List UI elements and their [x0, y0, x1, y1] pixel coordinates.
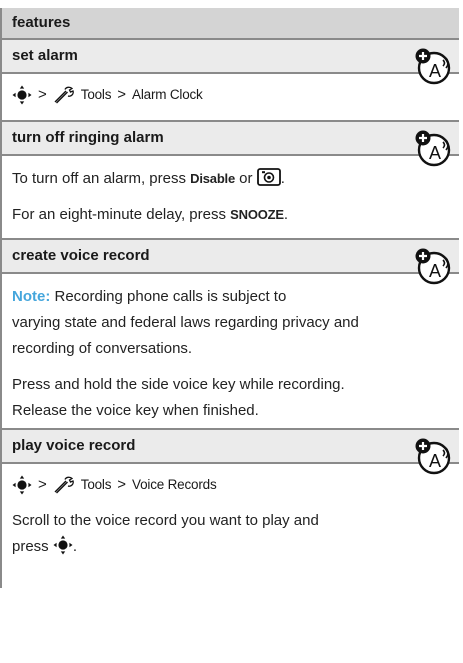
path-separator: > — [38, 86, 47, 103]
network-feature-icon — [413, 436, 453, 476]
features-table: features set alarm > Tools > Alarm Clock… — [0, 8, 459, 588]
instruction-text: Release the voice key when finished. — [12, 402, 259, 419]
section-turn-off-alarm: turn off ringing alarm To turn off an al… — [2, 122, 459, 240]
instruction-text: or — [239, 170, 253, 187]
note-text: recording of conversations. — [12, 340, 193, 357]
instruction-text: Press and hold the side voice key while … — [12, 376, 345, 393]
network-feature-icon — [413, 46, 453, 86]
instruction-text: To turn off an alarm, press — [12, 170, 186, 187]
path-item: Voice Records — [132, 477, 217, 492]
path-separator: > — [117, 86, 127, 103]
network-feature-icon — [413, 128, 453, 168]
path-separator: > — [117, 476, 127, 493]
note-text: varying state and federal laws regarding… — [12, 314, 359, 331]
note-paragraph: Note: Recording phone calls is subject t… — [2, 274, 459, 362]
nav-key-icon — [12, 85, 32, 105]
note-label: Note: — [12, 288, 51, 305]
instruction-text: For an eight-minute delay, press — [12, 206, 226, 223]
path-separator: > — [38, 476, 47, 493]
instruction-line: To turn off an alarm, press Disable or . — [2, 156, 459, 192]
instruction-text: press — [12, 538, 49, 555]
tools-icon — [53, 476, 75, 494]
path-menu: Tools — [80, 477, 112, 492]
instruction-line: For an eight-minute delay, press SNOOZE. — [2, 192, 459, 234]
path-menu: Tools — [80, 87, 112, 102]
path-item: Alarm Clock — [132, 87, 203, 102]
note-text: Recording phone calls is subject to — [54, 288, 287, 305]
section-set-alarm: set alarm > Tools > Alarm Clock — [2, 40, 459, 122]
instruction-text: . — [283, 206, 289, 223]
tools-icon — [53, 86, 75, 104]
camera-key-icon — [257, 168, 281, 186]
instruction-paragraph: Press and hold the side voice key while … — [2, 362, 459, 430]
section-play-voice-record: play voice record > Tools > Voice Record… — [2, 430, 459, 588]
section-title: set alarm — [2, 40, 459, 74]
instruction-text: . — [72, 538, 78, 555]
menu-path: > Tools > Voice Records — [2, 464, 459, 498]
section-title: play voice record — [2, 430, 459, 464]
section-title: create voice record — [2, 240, 459, 274]
section-title: turn off ringing alarm — [2, 122, 459, 156]
nav-key-icon — [12, 475, 32, 495]
key-snooze: SNOOZE — [230, 207, 284, 222]
instruction-text: . — [280, 170, 285, 187]
network-feature-icon — [413, 246, 453, 286]
table-header: features — [2, 8, 459, 40]
instruction-text: Scroll to the voice record you want to p… — [12, 512, 319, 529]
nav-key-icon — [53, 535, 73, 555]
instruction-paragraph: Scroll to the voice record you want to p… — [2, 498, 459, 566]
section-create-voice-record: create voice record Note: Recording phon… — [2, 240, 459, 430]
menu-path: > Tools > Alarm Clock — [2, 74, 459, 108]
header-title: features — [12, 14, 71, 31]
key-disable: Disable — [190, 171, 235, 186]
